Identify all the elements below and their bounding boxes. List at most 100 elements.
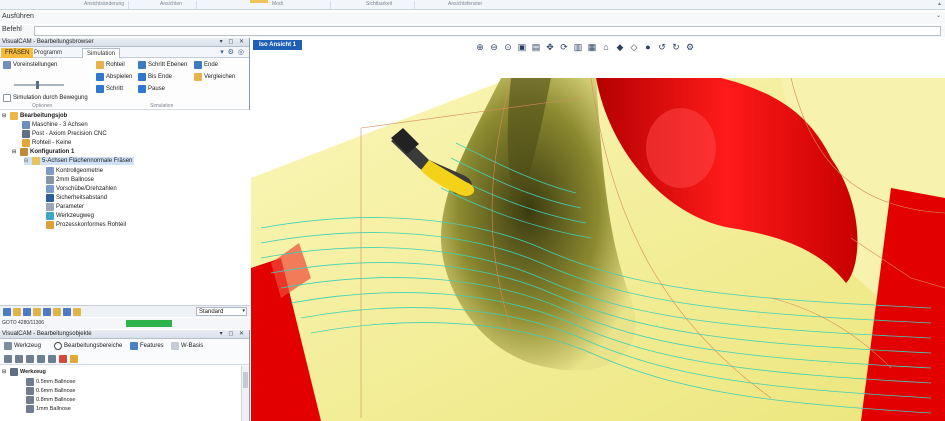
- tree-item-werkzeug-root[interactable]: ⊟ Werkzeug: [2, 368, 46, 376]
- shaded-icon[interactable]: ◆: [615, 42, 625, 52]
- simulation-durch-bewegung-checkbox[interactable]: Simulation durch Bewegung: [3, 94, 88, 102]
- rotate-icon[interactable]: ⟳: [559, 42, 569, 52]
- tree-item-rohteil[interactable]: Rohteil - Keine: [22, 139, 71, 147]
- tool-icon[interactable]: [37, 355, 45, 363]
- tree-item-bearbeitungsjob[interactable]: ⊟ Bearbeitungsjob: [2, 112, 67, 120]
- settings-icon: [3, 61, 11, 69]
- scrollbar-thumb[interactable]: [243, 372, 248, 388]
- rotate-right-icon[interactable]: ↻: [671, 42, 681, 52]
- operation-icon[interactable]: [73, 308, 81, 316]
- browser-tools-icons[interactable]: ▾ ⚙ ◎: [220, 48, 245, 56]
- zoom-out-icon[interactable]: ⊖: [489, 42, 499, 52]
- voreinstellungen-label: Voreinstellungen: [13, 62, 58, 68]
- ende-button[interactable]: Ende: [194, 61, 218, 69]
- tool-icon[interactable]: [48, 355, 56, 363]
- schritt-ebenen-button[interactable]: Schritt Ebenen: [138, 61, 187, 69]
- tab-simulation[interactable]: Simulation: [82, 48, 121, 58]
- tree-item-post[interactable]: Post - Axiom Precision CNC: [22, 130, 107, 138]
- tree-label: Werkzeugweg: [56, 213, 94, 219]
- tree-item-tool[interactable]: 0.5mm Ballnose: [26, 378, 75, 386]
- filter-icon[interactable]: [70, 355, 78, 363]
- settings-icon[interactable]: ⚙: [685, 42, 695, 52]
- pane-controls-icon[interactable]: ▾ ◻ ✕: [220, 330, 246, 339]
- operation-icon[interactable]: [23, 308, 31, 316]
- tab-programm[interactable]: Programm: [30, 48, 66, 58]
- tool-icon[interactable]: [26, 355, 34, 363]
- objects-scrollbar[interactable]: [241, 366, 249, 421]
- stock-icon: [22, 139, 30, 147]
- active-mode-indicator: [250, 0, 268, 3]
- region-icon: [54, 342, 62, 350]
- cube-icon[interactable]: ●: [643, 42, 653, 52]
- view-top-icon[interactable]: ▥: [573, 42, 583, 52]
- tree-item-kontrollgeometrie[interactable]: Kontrollgeometrie: [46, 167, 103, 175]
- view-style-select[interactable]: Standard ▾: [196, 307, 247, 316]
- part-3d-scene[interactable]: [251, 38, 945, 421]
- ribbon-collapse-icon[interactable]: ▲: [937, 1, 942, 7]
- wireframe-icon[interactable]: ◇: [629, 42, 639, 52]
- rotate-left-icon[interactable]: ↺: [657, 42, 667, 52]
- befehl-input[interactable]: [34, 26, 941, 36]
- tree-item-prozess-rohteil[interactable]: Prozesskonformes Rohteil: [46, 221, 126, 229]
- bearbeitungsbereiche-button[interactable]: Bearbeitungsbereiche: [54, 342, 122, 350]
- operation-icon[interactable]: [13, 308, 21, 316]
- abspielen-label: Abspielen: [106, 74, 133, 80]
- operation-icon[interactable]: [63, 308, 71, 316]
- schritt-button[interactable]: Schritt: [96, 85, 123, 93]
- operation-icon[interactable]: [33, 308, 41, 316]
- tree-item-5-achsen-operation[interactable]: ⊟ 5-Achsen Flächennormale Fräsen: [24, 157, 135, 165]
- tree-item-werkzeug[interactable]: 2mm Ballnose: [46, 176, 94, 184]
- features-label: Features: [140, 343, 164, 349]
- wbasis-button[interactable]: W-Basis: [171, 342, 203, 350]
- step-layers-icon: [138, 61, 146, 69]
- tree-item-tool[interactable]: 0.8mm Ballnose: [26, 396, 75, 404]
- rohteil-button[interactable]: Rohteil: [96, 61, 125, 69]
- operation-icon[interactable]: [53, 308, 61, 316]
- operation-icon[interactable]: [43, 308, 51, 316]
- pause-button[interactable]: Pause: [138, 85, 165, 93]
- schritt-label: Schritt: [106, 86, 124, 92]
- tree-item-tool[interactable]: 1mm Ballnose: [26, 405, 71, 413]
- tool-icon[interactable]: [15, 355, 23, 363]
- tab-fraesen[interactable]: FRÄSEN: [1, 48, 34, 58]
- zoom-in-icon[interactable]: ⊕: [475, 42, 485, 52]
- view-front-icon[interactable]: ▦: [587, 42, 597, 52]
- chevron-down-icon[interactable]: ⌄: [936, 12, 941, 19]
- tree-item-tool[interactable]: 0.6mm Ballnose: [26, 387, 75, 395]
- collapse-icon[interactable]: ⊟: [24, 158, 30, 164]
- iso-viewport[interactable]: Iso Ansicht 1 ⊕ ⊖ ⊙ ▣ ▤ ✥ ⟳ ▥ ▦ ⌂ ◆ ◇ ● …: [251, 38, 945, 421]
- geometry-icon: [46, 167, 54, 175]
- operation-icon[interactable]: [3, 308, 11, 316]
- zoom-window-icon[interactable]: ⊙: [503, 42, 513, 52]
- bis-ende-button[interactable]: Bis Ende: [138, 73, 172, 81]
- pane-controls-icon[interactable]: ▾ ◻ ✕: [220, 38, 246, 47]
- simulation-speed-slider[interactable]: [14, 81, 64, 89]
- viewport-tab[interactable]: Iso Ansicht 1: [253, 40, 303, 50]
- zoom-target-icon[interactable]: ▤: [531, 42, 541, 52]
- zoom-extents-icon[interactable]: ▣: [517, 42, 527, 52]
- vergleichen-button[interactable]: Vergleichen: [194, 73, 235, 81]
- tree-item-konfiguration[interactable]: ⊟ Konfiguration 1: [12, 148, 74, 156]
- tree-item-maschine[interactable]: Maschine - 3 Achsen: [22, 121, 88, 129]
- voreinstellungen-button[interactable]: Voreinstellungen: [3, 61, 57, 69]
- pan-icon[interactable]: ✥: [545, 42, 555, 52]
- abspielen-button[interactable]: Abspielen: [96, 73, 132, 81]
- befehl-label: Befehl: [2, 26, 22, 33]
- tree-item-vorschuebe[interactable]: Vorschübe/Drehzahlen: [46, 185, 117, 193]
- tree-item-parameter[interactable]: Parameter: [46, 203, 84, 211]
- tree-item-sicherheitsabstand[interactable]: Sicherheitsabstand: [46, 194, 107, 202]
- delete-icon[interactable]: [59, 355, 67, 363]
- collapse-icon[interactable]: ⊟: [2, 113, 8, 119]
- collapse-icon[interactable]: ⊟: [12, 149, 18, 155]
- tree-item-werkzeugweg[interactable]: Werkzeugweg: [46, 212, 94, 220]
- tool-icon[interactable]: [4, 355, 12, 363]
- werkzeug-button[interactable]: Werkzeug: [4, 342, 41, 350]
- features-button[interactable]: Features: [130, 342, 164, 350]
- tool-icon: [4, 342, 12, 350]
- tree-label: Kontrollgeometrie: [56, 168, 104, 174]
- collapse-icon[interactable]: ⊟: [2, 369, 8, 375]
- home-icon[interactable]: ⌂: [601, 42, 611, 52]
- ausfuehren-label: Ausführen: [2, 13, 34, 20]
- play-icon: [96, 73, 104, 81]
- tree-label: Post - Axiom Precision CNC: [32, 131, 107, 137]
